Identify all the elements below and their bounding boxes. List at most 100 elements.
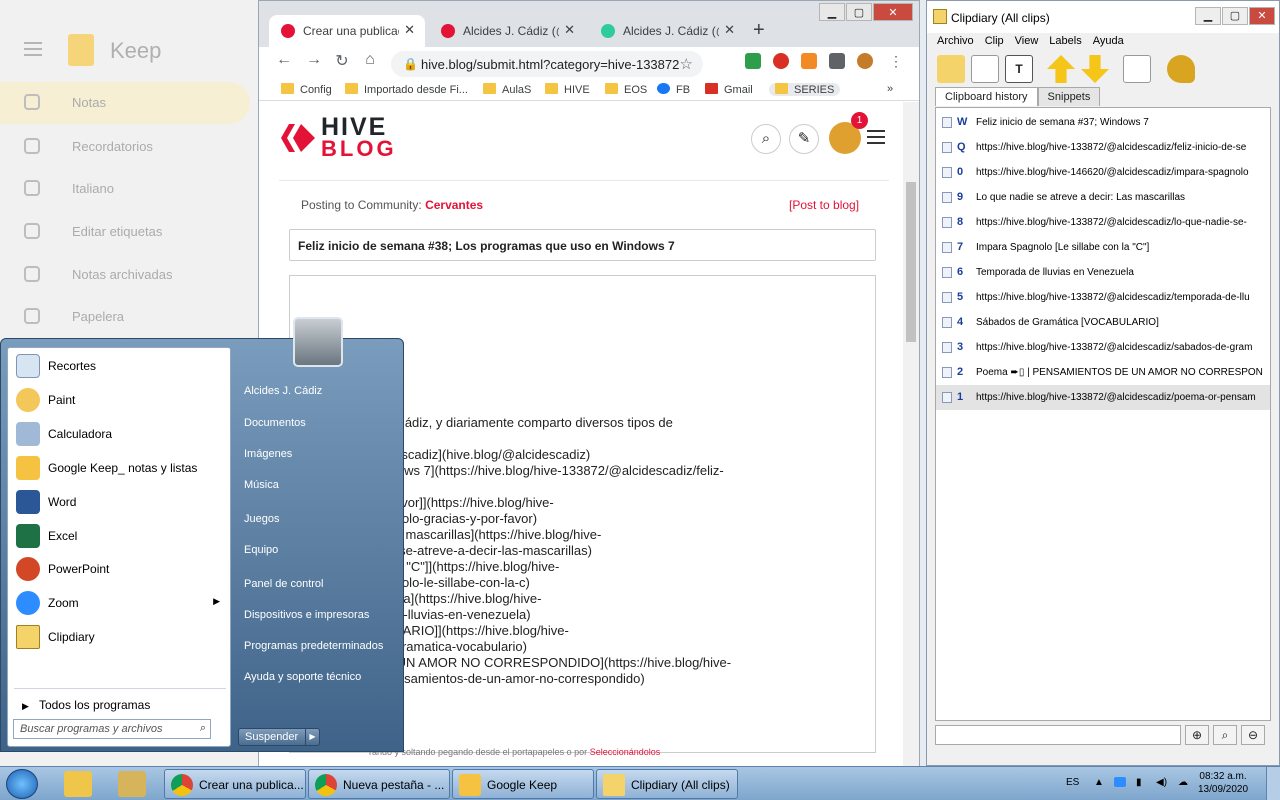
nav-notas[interactable]: Notas (0, 82, 250, 124)
scrollbar-thumb[interactable] (906, 182, 916, 342)
close-tab-icon[interactable]: ✕ (564, 22, 575, 38)
program-google-keep[interactable]: Google Keep_ notas y listas (12, 452, 226, 484)
bookmark-config[interactable]: Config (281, 83, 332, 96)
task-google-keep[interactable]: Google Keep (452, 769, 594, 799)
bookmark-series[interactable]: SERIES (769, 83, 841, 96)
tab-alcides-1[interactable]: Alcides J. Cádiz (@alc✕ (429, 15, 585, 47)
bookmark-star-icon[interactable]: ☆ (680, 55, 693, 73)
zoom-out-icon[interactable]: ⊖ (1241, 725, 1265, 745)
zoom-in-icon[interactable]: ⊕ (1185, 725, 1209, 745)
browser-menu-icon[interactable]: ⋮ (889, 53, 903, 70)
main-menu-icon[interactable] (24, 42, 42, 56)
bookmark-eos[interactable]: EOS (605, 83, 647, 96)
explorer-icon[interactable] (64, 771, 92, 797)
copy-icon[interactable] (971, 55, 999, 83)
paste-icon[interactable] (937, 55, 965, 83)
start-button[interactable] (6, 769, 38, 799)
start-item-ayuda[interactable]: Ayuda y soporte técnico (244, 671, 361, 683)
cloud-sync-icon[interactable]: ☁ (1178, 777, 1188, 788)
program-powerpoint[interactable]: PowerPoint (12, 553, 226, 585)
volume-icon[interactable]: ◀) (1156, 777, 1167, 788)
more-bookmarks-icon[interactable]: » (887, 83, 893, 95)
nav-papelera[interactable]: Papelera (0, 296, 250, 338)
post-to-blog-link[interactable]: [Post to blog] (789, 198, 859, 212)
nav-italiano[interactable]: Italiano (0, 168, 250, 210)
maximize-icon[interactable]: ▢ (846, 3, 872, 21)
menu-clip[interactable]: Clip (985, 35, 1004, 47)
program-word[interactable]: Word (12, 486, 226, 518)
adblock-icon[interactable] (773, 53, 789, 69)
start-search-input[interactable]: Buscar programas y archivos ⌕ (13, 719, 211, 739)
zoom-tray-icon[interactable] (1114, 777, 1126, 787)
community-link[interactable]: Cervantes (425, 198, 483, 212)
task-chrome-crear[interactable]: Crear una publica... (164, 769, 306, 799)
key-icon[interactable] (1167, 55, 1195, 83)
profile-avatar-icon[interactable] (857, 53, 873, 69)
bookmark-fb[interactable]: FB (657, 83, 690, 96)
paste-text-icon[interactable]: T (1005, 55, 1033, 83)
maximize-icon[interactable]: ▢ (1222, 7, 1248, 25)
clip-item[interactable]: Qhttps://hive.blog/hive-133872/@alcidesc… (936, 135, 1270, 160)
search-icon[interactable]: ⌕ (751, 124, 781, 154)
start-item-dispositivos[interactable]: Dispositivos e impresoras (244, 609, 369, 621)
program-zoom[interactable]: Zoom ▶ (12, 587, 226, 619)
home-icon[interactable]: ⌂ (359, 51, 381, 69)
all-programs-button[interactable]: ▶ Todos los programas (22, 698, 150, 712)
hamburger-menu-icon[interactable] (867, 130, 885, 144)
nav-recordatorios[interactable]: Recordatorios (0, 126, 250, 168)
forward-icon[interactable]: → (303, 51, 325, 69)
nav-editar-etiquetas[interactable]: Editar etiquetas (0, 211, 250, 253)
close-window-icon[interactable]: ✕ (873, 3, 913, 21)
bookmark-aulas[interactable]: AulaS (483, 83, 531, 96)
start-item-panel-control[interactable]: Panel de control (244, 578, 324, 590)
tab-clipboard-history[interactable]: Clipboard history (935, 87, 1038, 106)
user-picture[interactable] (293, 317, 343, 367)
delete-clip-icon[interactable] (1123, 55, 1151, 83)
start-item-imagenes[interactable]: Imágenes (244, 448, 292, 460)
arrow-down-icon[interactable] (1081, 55, 1109, 83)
program-excel[interactable]: Excel (12, 520, 226, 552)
program-paint[interactable]: Paint (12, 384, 226, 416)
start-item-musica[interactable]: Música (244, 479, 279, 491)
nav-notas-archivadas[interactable]: Notas archivadas (0, 254, 250, 296)
clip-item[interactable]: 4 Sábados de Gramática [VOCABULARIO] (936, 310, 1270, 335)
select-files-link[interactable]: Seleccionándolos (590, 747, 661, 757)
minimize-icon[interactable]: ▁ (819, 3, 845, 21)
edit-pencil-icon[interactable]: ✎ (789, 124, 819, 154)
bookmark-importado[interactable]: Importado desde Fi... (345, 83, 468, 96)
start-item-equipo[interactable]: Equipo (244, 544, 278, 556)
clip-item[interactable]: 5 https://hive.blog/hive-133872/@alcidesc… (936, 285, 1270, 310)
start-item-programas-predeterminados[interactable]: Programas predeterminados (244, 640, 383, 652)
clip-item[interactable]: 1 https://hive.blog/hive-133872/@alcidesc… (936, 385, 1270, 410)
tab-snippets[interactable]: Snippets (1037, 87, 1101, 106)
program-clipdiary[interactable]: Clipdiary (12, 621, 226, 653)
arrow-up-icon[interactable] (1047, 55, 1075, 83)
clip-item[interactable]: 3 https://hive.blog/hive-133872/@alcidesc… (936, 335, 1270, 360)
extension-check-icon[interactable] (745, 53, 761, 69)
clip-search-input[interactable] (935, 725, 1181, 745)
start-item-user[interactable]: Alcides J. Cádiz (244, 385, 322, 397)
back-icon[interactable]: ← (273, 51, 295, 69)
task-clipdiary[interactable]: Clipdiary (All clips) (596, 769, 738, 799)
system-clock[interactable]: 08:32 a.m. 13/09/2020 (1198, 770, 1248, 796)
clip-item[interactable]: 2 Poema ➨▯ | PENSAMIENTOS DE UN AMOR NO … (936, 360, 1270, 385)
post-title-input[interactable]: Feliz inicio de semana #38; Los programa… (289, 229, 876, 261)
extensions-puzzle-icon[interactable] (829, 53, 845, 69)
close-tab-icon[interactable]: ✕ (404, 22, 415, 38)
close-window-icon[interactable]: ✕ (1249, 7, 1275, 25)
library-icon[interactable] (118, 771, 146, 797)
menu-ayuda[interactable]: Ayuda (1093, 35, 1124, 47)
program-recortes[interactable]: Recortes (12, 350, 226, 382)
menu-view[interactable]: View (1015, 35, 1039, 47)
suspend-button[interactable]: Suspender ▶ (238, 728, 320, 746)
close-tab-icon[interactable]: ✕ (724, 22, 735, 38)
clip-item[interactable]: 7 Impara Spagnolo [Le sillabe con la "C"] (936, 235, 1270, 260)
show-desktop-button[interactable] (1266, 767, 1280, 800)
clip-item[interactable]: 0 https://hive.blog/hive-146620/@alcidesc… (936, 160, 1270, 185)
reload-icon[interactable]: ↻ (331, 51, 353, 71)
page-scrollbar[interactable] (903, 102, 919, 766)
tab-crear-publicacion[interactable]: Crear una publicació✕ (269, 15, 425, 47)
clip-item[interactable]: 6 Temporada de lluvias en Venezuela (936, 260, 1270, 285)
program-calculadora[interactable]: Calculadora (12, 418, 226, 450)
show-hidden-icons-icon[interactable]: ▲ (1094, 777, 1104, 788)
